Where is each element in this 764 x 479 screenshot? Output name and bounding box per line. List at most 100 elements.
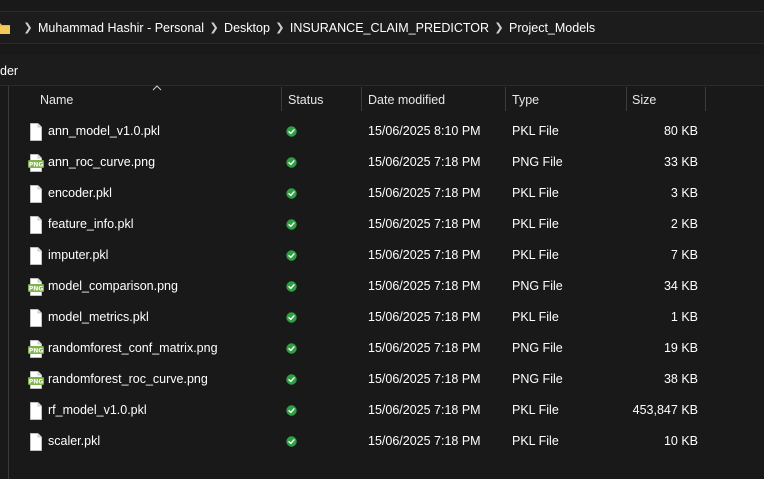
file-list-pane: Name Status Date modified Type Size ann_…	[0, 85, 764, 479]
file-date-modified: 15/06/2025 7:18 PM	[368, 155, 481, 169]
file-name: model_comparison.png	[48, 279, 178, 293]
file-name: ann_model_v1.0.pkl	[48, 124, 160, 138]
file-type: PNG File	[512, 341, 563, 355]
png-file-icon: PNG	[28, 371, 44, 389]
command-bar: der	[0, 55, 764, 86]
column-divider[interactable]	[705, 87, 706, 111]
file-size: 10 KB	[663, 434, 698, 448]
file-date-modified: 15/06/2025 7:18 PM	[368, 248, 481, 262]
column-header-row: Name Status Date modified Type Size	[0, 85, 764, 113]
file-size: 1 KB	[670, 310, 698, 324]
png-file-icon: PNG	[28, 340, 44, 358]
pkl-file-icon	[28, 123, 44, 141]
breadcrumb-item[interactable]: Desktop	[224, 21, 270, 35]
file-row[interactable]: rf_model_v1.0.pkl 15/06/2025 7:18 PM PKL F…	[0, 395, 764, 426]
file-size: 80 KB	[663, 124, 698, 138]
file-row[interactable]: encoder.pkl 15/06/2025 7:18 PM PKL File 3 K…	[0, 178, 764, 209]
file-size: 34 KB	[663, 279, 698, 293]
address-bar[interactable]: ❯ Muhammad Hashir - Personal ❯ Desktop ❯…	[0, 11, 764, 44]
pkl-file-icon	[28, 185, 44, 203]
file-name: imputer.pkl	[48, 248, 109, 262]
synced-status-icon	[286, 374, 297, 385]
synced-status-icon	[286, 312, 297, 323]
file-type: PKL File	[512, 248, 559, 262]
pkl-file-icon	[28, 247, 44, 265]
synced-status-icon	[286, 188, 297, 199]
file-size: 453,847 KB	[632, 403, 698, 417]
file-name: model_metrics.pkl	[48, 310, 149, 324]
file-name: scaler.pkl	[48, 434, 101, 448]
synced-status-icon	[286, 436, 297, 447]
sort-ascending-icon	[152, 85, 162, 91]
synced-status-icon	[286, 281, 297, 292]
column-header-size[interactable]: Size	[632, 93, 656, 107]
file-name: ann_roc_curve.png	[48, 155, 156, 169]
file-row[interactable]: feature_info.pkl 15/06/2025 7:18 PM PKL Fi…	[0, 209, 764, 240]
file-row[interactable]: model_metrics.pkl 15/06/2025 7:18 PM PKL F…	[0, 302, 764, 333]
column-header-type[interactable]: Type	[512, 93, 539, 107]
file-name: feature_info.pkl	[48, 217, 134, 231]
file-type: PKL File	[512, 217, 559, 231]
breadcrumb-item[interactable]: INSURANCE_CLAIM_PREDICTOR	[290, 21, 489, 35]
file-name: randomforest_roc_curve.png	[48, 372, 208, 386]
chevron-right-icon[interactable]: ❯	[206, 21, 222, 34]
synced-status-icon	[286, 219, 297, 230]
file-name: randomforest_conf_matrix.png	[48, 341, 218, 355]
file-row[interactable]: PNG ann_roc_curve.png 15/06/2025 7:18 PM PN…	[0, 147, 764, 178]
file-size: 19 KB	[663, 341, 698, 355]
column-divider[interactable]	[361, 87, 362, 111]
file-type: PKL File	[512, 186, 559, 200]
column-divider[interactable]	[505, 87, 506, 111]
file-type: PNG File	[512, 279, 563, 293]
pkl-file-icon	[28, 402, 44, 420]
file-list: ann_model_v1.0.pkl 15/06/2025 8:10 PM PKL …	[0, 116, 764, 457]
file-name: encoder.pkl	[48, 186, 112, 200]
file-type: PKL File	[512, 310, 559, 324]
file-row[interactable]: PNG model_comparison.png 15/06/2025 7:18 P…	[0, 271, 764, 302]
breadcrumb-item[interactable]: Project_Models	[509, 21, 595, 35]
pkl-file-icon	[28, 433, 44, 451]
png-file-icon: PNG	[28, 278, 44, 296]
file-type: PNG File	[512, 372, 563, 386]
synced-status-icon	[286, 250, 297, 261]
file-type: PKL File	[512, 403, 559, 417]
file-date-modified: 15/06/2025 7:18 PM	[368, 372, 481, 386]
file-size: 7 KB	[670, 248, 698, 262]
toolbar-label[interactable]: der	[0, 64, 18, 78]
file-row[interactable]: imputer.pkl 15/06/2025 7:18 PM PKL File 7 K…	[0, 240, 764, 271]
file-row[interactable]: PNG randomforest_roc_curve.png 15/06/2025 …	[0, 364, 764, 395]
file-row[interactable]: scaler.pkl 15/06/2025 7:18 PM PKL File 10 K…	[0, 426, 764, 457]
synced-status-icon	[286, 157, 297, 168]
column-divider[interactable]	[626, 87, 627, 111]
file-date-modified: 15/06/2025 7:18 PM	[368, 434, 481, 448]
file-size: 3 KB	[670, 186, 698, 200]
png-file-icon: PNG	[28, 154, 44, 172]
file-date-modified: 15/06/2025 7:18 PM	[368, 341, 481, 355]
file-size: 2 KB	[670, 217, 698, 231]
file-type: PKL File	[512, 434, 559, 448]
svg-text:PNG: PNG	[29, 286, 43, 293]
pkl-file-icon	[28, 309, 44, 327]
chevron-right-icon[interactable]: ❯	[491, 21, 507, 34]
pkl-file-icon	[28, 216, 44, 234]
breadcrumb: ❯ Muhammad Hashir - Personal ❯ Desktop ❯…	[18, 12, 595, 43]
column-header-date[interactable]: Date modified	[368, 93, 445, 107]
file-type: PNG File	[512, 155, 563, 169]
file-date-modified: 15/06/2025 7:18 PM	[368, 310, 481, 324]
chevron-right-icon[interactable]: ❯	[272, 21, 288, 34]
file-row[interactable]: ann_model_v1.0.pkl 15/06/2025 8:10 PM PKL …	[0, 116, 764, 147]
file-row[interactable]: PNG randomforest_conf_matrix.png 15/06/202…	[0, 333, 764, 364]
file-type: PKL File	[512, 124, 559, 138]
file-date-modified: 15/06/2025 7:18 PM	[368, 279, 481, 293]
file-size: 33 KB	[663, 155, 698, 169]
folder-icon	[0, 23, 10, 34]
synced-status-icon	[286, 405, 297, 416]
column-header-name[interactable]: Name	[40, 93, 73, 107]
file-name: rf_model_v1.0.pkl	[48, 403, 147, 417]
column-divider[interactable]	[281, 87, 282, 111]
breadcrumb-item[interactable]: Muhammad Hashir - Personal	[38, 21, 204, 35]
file-date-modified: 15/06/2025 7:18 PM	[368, 217, 481, 231]
synced-status-icon	[286, 343, 297, 354]
column-header-status[interactable]: Status	[288, 93, 323, 107]
svg-text:PNG: PNG	[29, 162, 43, 169]
